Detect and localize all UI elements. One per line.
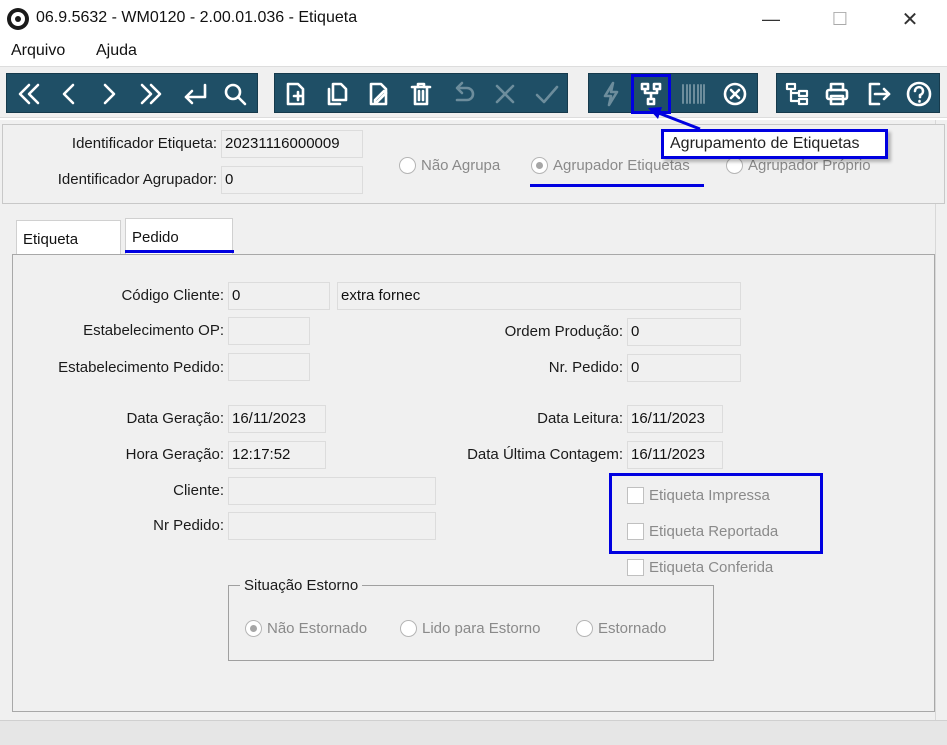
radio-label: Não Estornado bbox=[267, 620, 368, 637]
exit-icon[interactable] bbox=[859, 74, 899, 114]
data-geracao-label: Data Geração: bbox=[126, 410, 224, 427]
app-logo-icon bbox=[7, 8, 29, 30]
ordem-producao-field[interactable]: 0 bbox=[627, 318, 741, 346]
cancel-icon bbox=[485, 74, 525, 114]
data-ultima-contagem-field[interactable]: 16/11/2023 bbox=[627, 441, 723, 469]
codigo-cliente-desc: extra fornec bbox=[337, 282, 741, 310]
nr-pedido-field[interactable]: 0 bbox=[627, 354, 741, 382]
situacao-estorno-title: Situação Estorno bbox=[240, 577, 363, 594]
toolbar bbox=[0, 66, 947, 118]
radio-label: Não Agrupa bbox=[421, 157, 501, 174]
last-icon[interactable] bbox=[131, 74, 171, 114]
nr-pedido-label: Nr. Pedido: bbox=[548, 359, 623, 376]
radio-label: Agrupador Próprio bbox=[748, 157, 871, 174]
codigo-cliente-label: Código Cliente: bbox=[121, 287, 224, 304]
menu-ajuda[interactable]: Ajuda bbox=[96, 42, 137, 60]
navigation-group bbox=[6, 73, 258, 113]
edit-icon[interactable] bbox=[359, 74, 399, 114]
scrollbar[interactable] bbox=[935, 120, 947, 745]
data-ultima-contagem-label: Data Última Contagem: bbox=[467, 446, 623, 463]
menu-arquivo[interactable]: Arquivo bbox=[11, 42, 65, 60]
radio-dot bbox=[399, 157, 416, 174]
cliente-field[interactable] bbox=[228, 477, 436, 505]
hora-geracao-field[interactable]: 12:17:52 bbox=[228, 441, 326, 469]
delete-icon[interactable] bbox=[401, 74, 441, 114]
help-icon[interactable] bbox=[899, 74, 939, 114]
data-leitura-label: Data Leitura: bbox=[537, 410, 623, 427]
radio-dot bbox=[400, 620, 417, 637]
checkbox-label: Etiqueta Conferida bbox=[649, 559, 774, 576]
radio-agrupador-etiquetas[interactable]: Agrupador Etiquetas bbox=[531, 157, 690, 174]
window-title: 06.9.5632 - WM0120 - 2.00.01.036 - Etiqu… bbox=[36, 9, 358, 26]
tab-etiqueta[interactable]: Etiqueta bbox=[16, 220, 121, 254]
codigo-cliente-field[interactable]: 0 bbox=[228, 282, 330, 310]
estab-op-field[interactable] bbox=[228, 317, 310, 345]
estab-pedido-field[interactable] bbox=[228, 353, 310, 381]
radio-label: Lido para Estorno bbox=[422, 620, 541, 637]
form-content: Identificador Etiqueta: 20231116000009 I… bbox=[0, 120, 947, 745]
tree-icon[interactable] bbox=[777, 74, 817, 114]
data-geracao-field[interactable]: 16/11/2023 bbox=[228, 405, 326, 433]
radio-dot bbox=[726, 157, 743, 174]
identificador-agrupador-field[interactable]: 0 bbox=[221, 166, 363, 194]
nr-pedido2-label: Nr Pedido: bbox=[153, 517, 224, 534]
estab-op-label: Estabelecimento OP: bbox=[83, 322, 224, 339]
data-leitura-field[interactable]: 16/11/2023 bbox=[627, 405, 723, 433]
new-icon[interactable] bbox=[275, 74, 315, 114]
title-bar: 06.9.5632 - WM0120 - 2.00.01.036 - Etiqu… bbox=[0, 0, 947, 38]
radio-nao-agrupa[interactable]: Não Agrupa bbox=[399, 157, 500, 174]
search-icon[interactable] bbox=[215, 74, 255, 114]
hora-geracao-label: Hora Geração: bbox=[125, 446, 224, 463]
first-icon[interactable] bbox=[9, 74, 49, 114]
estab-pedido-label: Estabelecimento Pedido: bbox=[58, 359, 224, 376]
cliente-label: Cliente: bbox=[173, 482, 224, 499]
save-icon bbox=[527, 74, 567, 114]
close-button[interactable]: ✕ bbox=[887, 0, 933, 38]
ordem-producao-label: Ordem Produção: bbox=[504, 323, 623, 340]
checkbox-etiqueta-conferida[interactable]: Etiqueta Conferida bbox=[627, 559, 773, 576]
tab-pedido[interactable]: Pedido bbox=[125, 218, 233, 254]
edit-group bbox=[274, 73, 568, 113]
radio-dot-selected bbox=[245, 620, 262, 637]
maximize-button[interactable]: ☐ bbox=[817, 0, 863, 38]
print-icon[interactable] bbox=[817, 74, 857, 114]
copy-icon[interactable] bbox=[317, 74, 357, 114]
radio-estornado[interactable]: Estornado bbox=[576, 620, 666, 637]
radio-label: Estornado bbox=[598, 620, 667, 637]
status-bar bbox=[0, 720, 947, 745]
next-icon[interactable] bbox=[89, 74, 129, 114]
previous-icon[interactable] bbox=[49, 74, 89, 114]
radio-label: Agrupador Etiquetas bbox=[553, 157, 690, 174]
lightning-icon bbox=[591, 74, 631, 114]
radio-nao-estornado[interactable]: Não Estornado bbox=[245, 620, 367, 637]
undo-icon bbox=[443, 74, 483, 114]
nr-pedido2-field[interactable] bbox=[228, 512, 436, 540]
remove-icon[interactable] bbox=[715, 74, 755, 114]
radio-lido-para-estorno[interactable]: Lido para Estorno bbox=[400, 620, 540, 637]
minimize-button[interactable]: — bbox=[748, 0, 794, 38]
system-group bbox=[776, 73, 940, 113]
highlight-underline-pedido bbox=[125, 250, 234, 253]
highlight-box-checkboxes bbox=[609, 473, 823, 554]
radio-dot bbox=[576, 620, 593, 637]
menu-bar: Arquivo Ajuda bbox=[0, 38, 947, 64]
checkbox-box bbox=[627, 559, 644, 576]
goto-icon[interactable] bbox=[175, 74, 215, 114]
identificador-etiqueta-field[interactable]: 20231116000009 bbox=[221, 130, 363, 158]
highlight-underline-agrupador bbox=[530, 184, 704, 187]
tooltip-agrupamento: Agrupamento de Etiquetas bbox=[661, 129, 888, 159]
radio-agrupador-proprio[interactable]: Agrupador Próprio bbox=[726, 157, 871, 174]
identificador-etiqueta-label: Identificador Etiqueta: bbox=[71, 135, 217, 152]
radio-dot-selected bbox=[531, 157, 548, 174]
identificador-agrupador-label: Identificador Agrupador: bbox=[57, 171, 217, 188]
